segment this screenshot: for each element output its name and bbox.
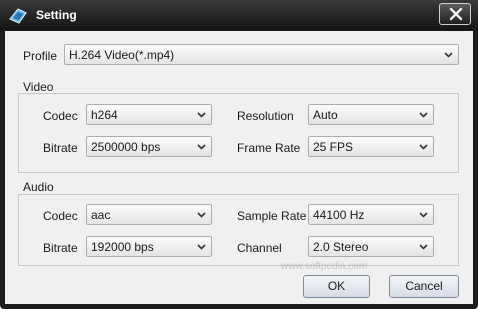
video-framerate-value: 25 FPS (313, 140, 354, 154)
chevron-down-icon (419, 144, 428, 150)
audio-codec-value: aac (91, 208, 111, 222)
audio-channel-dropdown[interactable]: 2.0 Stereo (308, 236, 434, 257)
audio-bitrate-dropdown[interactable]: 192000 bps (86, 236, 212, 257)
video-resolution-dropdown[interactable]: Auto (308, 104, 434, 125)
video-framerate-dropdown[interactable]: 25 FPS (308, 136, 434, 157)
audio-channel-label: Channel (237, 241, 282, 255)
ok-button[interactable]: OK (303, 275, 370, 298)
audio-channel-value: 2.0 Stereo (313, 240, 369, 254)
cancel-button[interactable]: Cancel (389, 275, 459, 298)
title-bar[interactable]: Setting (0, 0, 478, 30)
profile-dropdown[interactable]: H.264 Video(*.mp4) (64, 44, 459, 65)
chevron-down-icon (197, 112, 206, 118)
audio-samplerate-label: Sample Rate (237, 209, 307, 223)
audio-samplerate-dropdown[interactable]: 44100 Hz (308, 204, 434, 225)
profile-label: Profile (23, 49, 58, 63)
video-codec-dropdown[interactable]: h264 (86, 104, 212, 125)
chevron-down-icon (197, 244, 206, 250)
audio-bitrate-value: 192000 bps (91, 240, 154, 254)
app-icon (9, 8, 27, 24)
watermark: www.softpedia.com (281, 261, 368, 272)
audio-bitrate-label: Bitrate (43, 241, 78, 255)
close-icon (449, 7, 463, 21)
audio-codec-dropdown[interactable]: aac (86, 204, 212, 225)
chevron-down-icon (419, 112, 428, 118)
video-codec-label: Codec (43, 109, 78, 123)
close-button[interactable] (439, 3, 471, 25)
chevron-down-icon (197, 212, 206, 218)
video-group-label: Video (23, 80, 54, 94)
chevron-down-icon (419, 212, 428, 218)
settings-window: Setting Profile H.264 Video(*.mp4) Video… (0, 0, 478, 309)
video-bitrate-label: Bitrate (43, 141, 78, 155)
video-resolution-label: Resolution (237, 109, 294, 123)
profile-value: H.264 Video(*.mp4) (69, 48, 175, 62)
video-bitrate-dropdown[interactable]: 2500000 bps (86, 136, 212, 157)
window-title: Setting (36, 8, 77, 22)
video-framerate-label: Frame Rate (237, 141, 301, 155)
dialog-body: Profile H.264 Video(*.mp4) Video Codec h… (5, 31, 473, 304)
audio-samplerate-value: 44100 Hz (313, 208, 365, 222)
audio-codec-label: Codec (43, 209, 78, 223)
chevron-down-icon (197, 144, 206, 150)
audio-group-label: Audio (23, 180, 54, 194)
chevron-down-icon (444, 52, 453, 58)
chevron-down-icon (419, 244, 428, 250)
video-codec-value: h264 (91, 108, 118, 122)
video-bitrate-value: 2500000 bps (91, 140, 161, 154)
video-resolution-value: Auto (313, 108, 338, 122)
